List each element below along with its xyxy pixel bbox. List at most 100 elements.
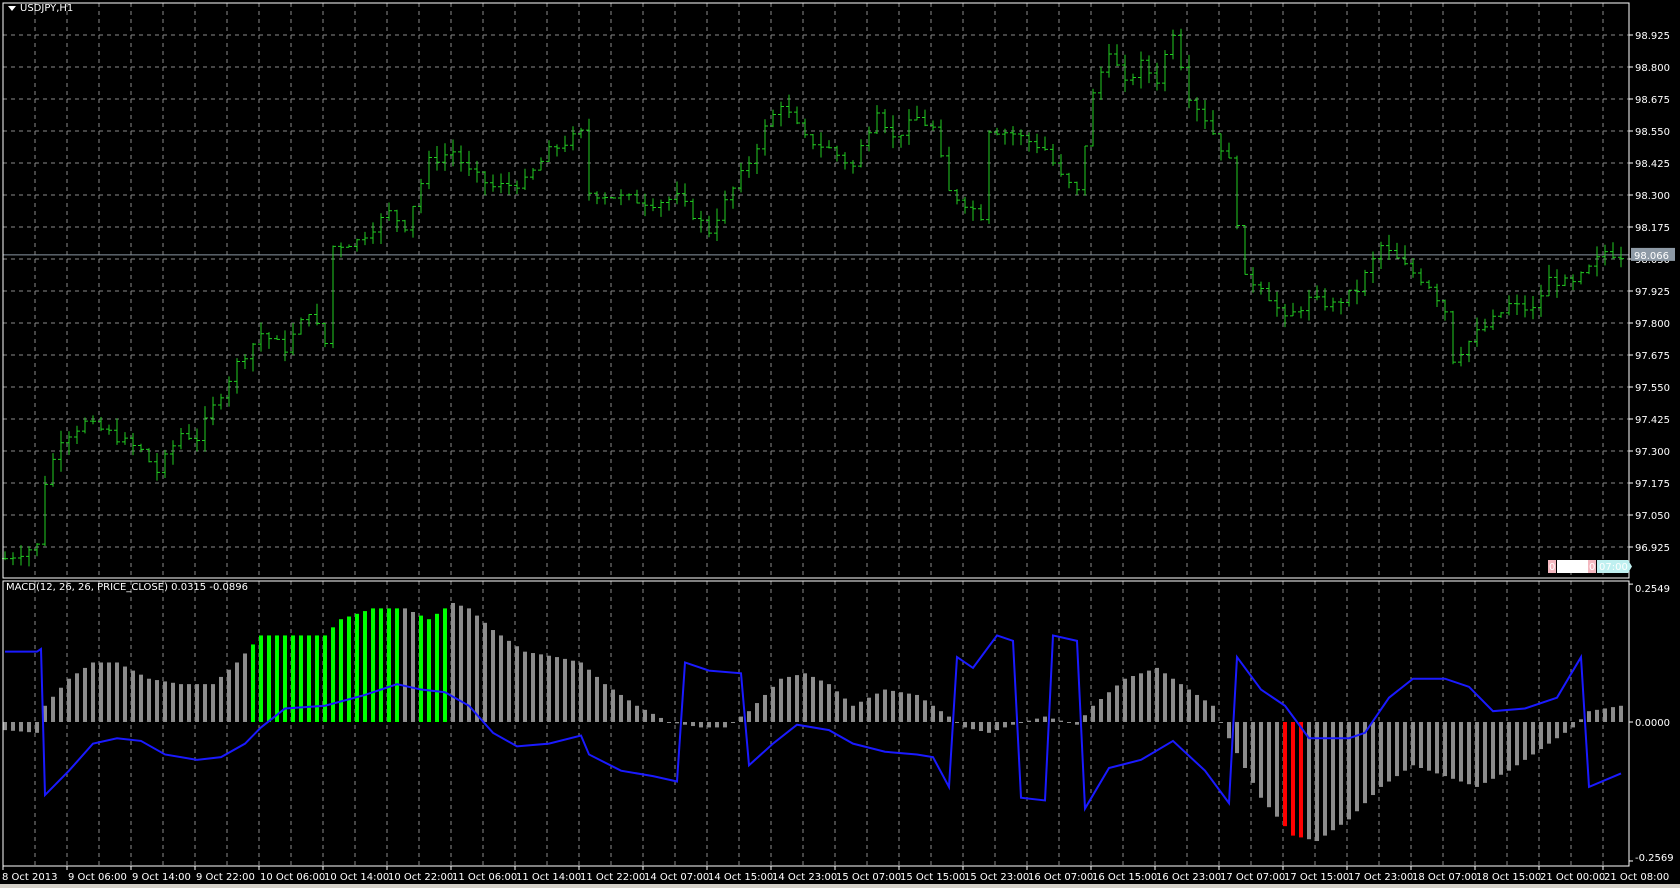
histogram-bar <box>275 635 279 722</box>
price-bar <box>914 105 920 121</box>
price-bar <box>1242 225 1248 275</box>
price-bar <box>922 109 928 127</box>
x-tick-label: 15 Oct 23:00 <box>964 872 1029 883</box>
histogram-bar <box>211 684 215 722</box>
histogram-bar <box>507 640 511 722</box>
price-bar <box>1450 310 1456 365</box>
price-bar <box>218 393 224 410</box>
histogram-bar <box>571 660 575 722</box>
price-bar <box>122 432 128 445</box>
price-bar <box>1434 283 1440 308</box>
macd-y-label: 0.2549 <box>1635 584 1670 595</box>
price-bar <box>242 354 248 370</box>
price-bar <box>26 546 32 567</box>
price-bar <box>234 358 240 394</box>
histogram-bar <box>1491 722 1495 779</box>
price-bar <box>82 417 88 434</box>
price-bar <box>1258 281 1264 295</box>
price-bar <box>722 190 728 224</box>
histogram-bar <box>947 716 951 722</box>
macd-histogram <box>3 602 1623 842</box>
histogram-bar <box>243 653 247 722</box>
price-bar <box>786 94 792 118</box>
left-marker-num: 0 <box>1549 562 1555 573</box>
histogram-bar <box>115 662 119 722</box>
histogram-bar <box>683 722 687 725</box>
time-markers: 0 02:30 0 07:00 <box>1548 560 1632 573</box>
histogram-bar <box>803 673 807 722</box>
price-bar <box>746 156 752 178</box>
histogram-bar <box>963 722 967 728</box>
histogram-bar <box>499 635 503 722</box>
price-bar <box>1546 264 1552 297</box>
x-tick-label: 10 Oct 22:00 <box>388 872 453 883</box>
price-bar <box>1610 242 1616 260</box>
histogram-bar <box>899 692 903 722</box>
price-bar <box>706 215 712 238</box>
histogram-bar <box>1555 722 1559 739</box>
histogram-bar <box>219 676 223 722</box>
price-bar <box>1298 306 1304 319</box>
histogram-bar <box>1059 720 1063 722</box>
price-bar <box>1274 291 1280 317</box>
price-bar <box>434 146 440 171</box>
histogram-bar <box>779 678 783 722</box>
price-axis: 98.925 98.800 98.675 98.550 98.425 98.300 98.1… <box>1629 31 1675 864</box>
histogram-bar <box>1091 705 1095 722</box>
price-bar <box>10 552 16 566</box>
price-bar <box>1138 51 1144 89</box>
dropdown-triangle-icon[interactable] <box>8 5 16 11</box>
chart-title[interactable]: USDJPY,H1 <box>8 3 73 14</box>
price-bar <box>634 189 640 204</box>
price-bar <box>658 199 664 217</box>
histogram-bar <box>643 709 647 722</box>
histogram-bar <box>363 611 367 722</box>
histogram-bar <box>379 608 383 722</box>
histogram-bar <box>1283 722 1287 827</box>
histogram-bar <box>891 690 895 722</box>
histogram-bar <box>587 669 591 722</box>
price-bar <box>1594 246 1600 277</box>
histogram-bar <box>323 635 327 722</box>
x-tick-label: 18 Oct 07:00 <box>1412 872 1477 883</box>
price-bar <box>778 101 784 127</box>
histogram-bar <box>1515 722 1519 766</box>
price-bar <box>410 205 416 238</box>
histogram-bar <box>1403 722 1407 771</box>
price-bar <box>402 219 408 233</box>
y-tick-label: 98.300 <box>1635 191 1670 202</box>
histogram-bar <box>1291 722 1295 836</box>
price-bar <box>1506 295 1512 316</box>
y-tick-label: 98.675 <box>1635 95 1670 106</box>
price-bar <box>1354 279 1360 305</box>
histogram-bar <box>851 705 855 722</box>
left-marker-time: 02:30 <box>1559 562 1588 573</box>
histogram-bar <box>1347 722 1351 820</box>
histogram-bar <box>1251 722 1255 783</box>
histogram-bar <box>131 670 135 722</box>
histogram-bar <box>691 722 695 727</box>
histogram-bar <box>915 694 919 722</box>
x-tick-label: 17 Oct 23:00 <box>1348 872 1413 883</box>
price-bar <box>378 213 384 244</box>
price-bar <box>1362 269 1368 297</box>
price-bar <box>106 424 112 435</box>
price-bar <box>74 425 80 445</box>
histogram-bar <box>1395 722 1399 777</box>
histogram-bar <box>147 678 151 722</box>
price-bar <box>1018 129 1024 146</box>
y-tick-label: 97.425 <box>1635 415 1670 426</box>
histogram-bar <box>995 722 999 731</box>
price-bar <box>1114 44 1120 67</box>
histogram-bar <box>411 611 415 722</box>
histogram-bar <box>1483 722 1487 783</box>
price-bar <box>1226 142 1232 159</box>
histogram-bar <box>1619 705 1623 722</box>
current-price-label: 98.066 <box>1634 251 1669 262</box>
histogram-bar <box>619 694 623 722</box>
macd-label: MACD(12, 26, 26, PRICE_CLOSE) 0.0315 -0.… <box>6 582 248 593</box>
x-tick-label: 15 Oct 07:00 <box>836 872 901 883</box>
y-tick-label: 98.425 <box>1635 159 1670 170</box>
chart-canvas[interactable]: 98.925 98.800 98.675 98.550 98.425 98.300 98.1… <box>0 0 1680 888</box>
histogram-bar <box>403 608 407 722</box>
